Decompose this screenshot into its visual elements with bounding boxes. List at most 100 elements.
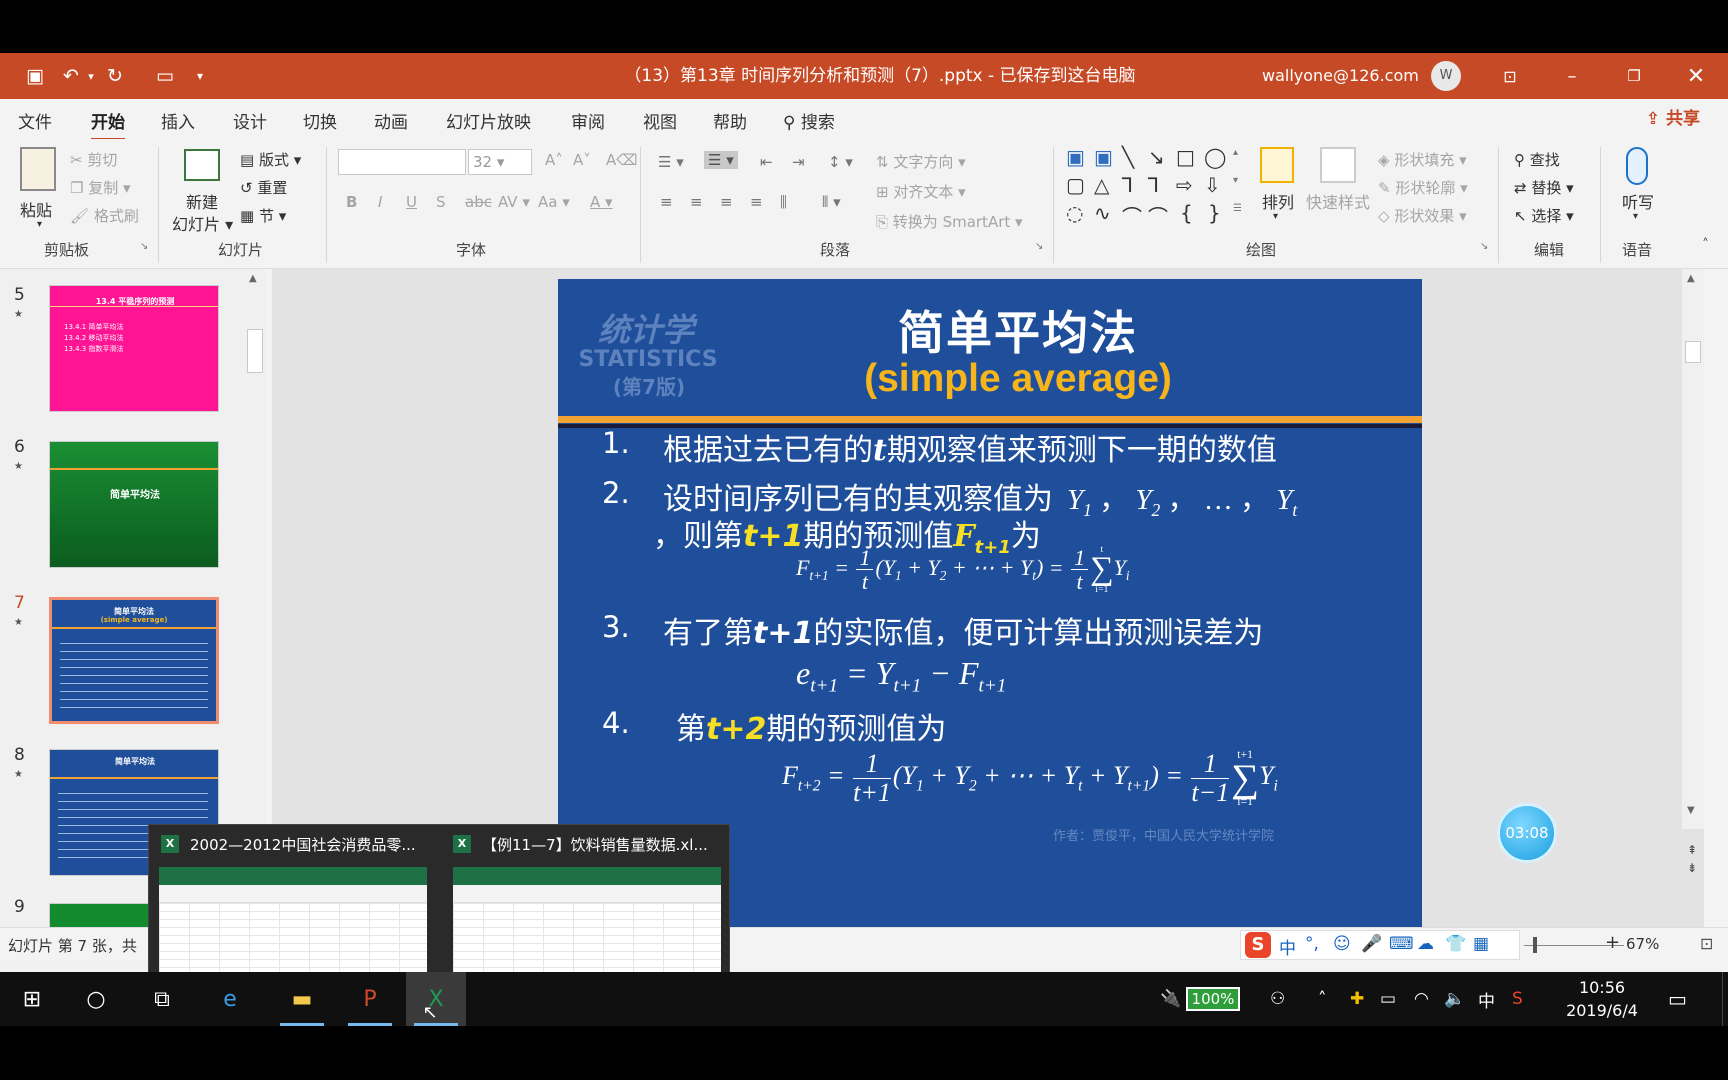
clipboard-launcher-icon[interactable]: ↘ <box>140 241 148 252</box>
arc-icon[interactable]: ⌒ <box>1148 201 1168 230</box>
tab-review[interactable]: 审阅 <box>571 108 605 133</box>
arrange-icon[interactable] <box>1260 147 1294 183</box>
increase-indent-icon[interactable]: ⇥ <box>792 153 805 171</box>
close-icon[interactable]: ✕ <box>1668 53 1724 99</box>
tab-transitions[interactable]: 切换 <box>303 108 337 133</box>
save-icon[interactable]: ▣ <box>20 61 50 91</box>
ime-toolbar[interactable]: S 中 °, ☺ 🎤 ⌨ ☁ 👕 ▦ <box>1240 930 1520 960</box>
user-icon[interactable]: ☁ <box>1417 934 1434 954</box>
cut-button[interactable]: ✂ 剪切 <box>70 149 117 170</box>
textbox-icon[interactable]: ▣ <box>1066 145 1085 169</box>
ime-language-label[interactable]: 中 <box>1279 934 1296 959</box>
zoom-in-icon[interactable]: + <box>1605 932 1620 953</box>
font-size-field[interactable]: 32 ▾ <box>468 149 532 175</box>
vertical-textbox-icon[interactable]: ▣ <box>1094 145 1113 169</box>
text-direction-button[interactable]: ⇅ 文字方向 ▾ <box>876 151 966 172</box>
ribbon-display-options-icon[interactable]: ⊡ <box>1482 53 1538 99</box>
dictate-dropdown-icon[interactable]: ▾ <box>1633 211 1638 222</box>
search-tab[interactable]: ⚲ 搜索 <box>783 108 835 133</box>
smartart-button[interactable]: ⎘ 转换为 SmartArt ▾ <box>876 211 1023 232</box>
section-button[interactable]: ▦ 节 ▾ <box>240 205 286 226</box>
zoom-level[interactable]: 67% <box>1626 935 1659 953</box>
align-center-icon[interactable]: ≡ <box>690 193 703 211</box>
scrollbar-thumb[interactable] <box>247 329 263 373</box>
justify-icon[interactable]: ≡ <box>750 193 763 211</box>
emoji-icon[interactable]: ☺ <box>1333 934 1351 954</box>
change-case-icon[interactable]: Aa ▾ <box>538 193 570 211</box>
recording-timer[interactable]: 03:08 <box>1497 803 1557 863</box>
notifications-icon[interactable]: ▭ <box>1668 972 1687 1026</box>
volume-icon[interactable]: 🔈 <box>1444 972 1465 1026</box>
arrange-dropdown-icon[interactable]: ▾ <box>1273 211 1278 222</box>
tab-slideshow[interactable]: 幻灯片放映 <box>446 108 531 133</box>
underline-icon[interactable]: U <box>406 193 417 211</box>
preview-title[interactable]: 【例11—7】饮料销售量数据.xl... <box>482 834 708 855</box>
new-slide-button-line2[interactable]: 幻灯片 ▾ <box>172 211 233 235</box>
task-view-icon[interactable]: ⧉ <box>132 972 192 1026</box>
strikethrough-icon[interactable]: abc <box>465 193 492 211</box>
oval-icon[interactable]: ◯ <box>1204 145 1226 169</box>
right-arrow-icon[interactable]: ⇨ <box>1176 173 1193 197</box>
undo-dropdown-icon[interactable]: ▾ <box>84 61 98 91</box>
rectangle-icon[interactable]: □ <box>1176 145 1195 169</box>
slide-thumbnail[interactable]: 简单平均法 <box>49 441 219 568</box>
elbow-connector-icon[interactable]: ⅂ <box>1122 173 1133 197</box>
file-explorer-icon[interactable]: ▬ <box>272 972 332 1026</box>
grow-font-icon[interactable]: A˄ <box>545 151 563 169</box>
excel-window-preview[interactable] <box>159 867 427 972</box>
wifi-icon[interactable]: ◠ <box>1414 972 1429 1026</box>
bold-icon[interactable]: B <box>346 193 357 211</box>
numbering-icon[interactable]: ☰ ▾ <box>704 151 738 169</box>
scroll-up-icon[interactable]: ▲ <box>249 273 257 284</box>
down-arrow-icon[interactable]: ⇩ <box>1204 173 1221 197</box>
device-tray-icon[interactable]: ▭ <box>1380 972 1396 1026</box>
minimize-icon[interactable]: – <box>1544 53 1600 99</box>
tab-home[interactable]: 开始 <box>91 108 125 141</box>
copy-button[interactable]: ❐ 复制 ▾ <box>70 177 131 198</box>
avatar[interactable]: W <box>1431 61 1461 91</box>
toolbox-icon[interactable]: ▦ <box>1473 934 1489 954</box>
shadow-icon[interactable]: S <box>436 193 446 211</box>
shrink-font-icon[interactable]: A˅ <box>573 151 591 169</box>
scroll-down-icon[interactable]: ▼ <box>1687 805 1695 816</box>
windows-start-icon[interactable]: ⊞ <box>2 972 62 1026</box>
present-icon[interactable]: ▭ <box>150 61 180 91</box>
tab-help[interactable]: 帮助 <box>713 108 747 133</box>
paragraph-launcher-icon[interactable]: ↘ <box>1035 241 1043 252</box>
char-spacing-icon[interactable]: AV ▾ <box>498 193 530 211</box>
gallery-down-icon[interactable]: ▾ <box>1233 175 1238 186</box>
dictate-button[interactable]: 听写 <box>1622 189 1654 213</box>
security-tray-icon[interactable]: ✚ <box>1350 972 1364 1026</box>
line-icon[interactable]: ╲ <box>1122 145 1134 169</box>
reset-button[interactable]: ↺ 重置 <box>240 177 287 198</box>
font-color-icon[interactable]: A ▾ <box>590 193 613 211</box>
show-desktop-button[interactable] <box>1722 972 1728 1026</box>
gallery-up-icon[interactable]: ▴ <box>1233 147 1238 158</box>
select-button[interactable]: ↖ 选择 ▾ <box>1514 205 1574 226</box>
share-button[interactable]: ⇪ 共享 <box>1646 104 1700 129</box>
scroll-up-icon[interactable]: ▲ <box>1687 273 1695 284</box>
shape-fill-button[interactable]: ◈ 形状填充 ▾ <box>1378 149 1467 170</box>
voice-input-icon[interactable]: 🎤 <box>1361 934 1382 954</box>
battery-indicator[interactable]: 100% <box>1186 987 1240 1011</box>
quick-styles-icon[interactable] <box>1320 147 1356 183</box>
zoom-slider-thumb[interactable] <box>1533 937 1537 953</box>
distributed-icon[interactable]: ⫼ <box>780 193 787 211</box>
power-plug-icon[interactable]: 🔌 <box>1160 972 1181 1026</box>
align-left-icon[interactable]: ≡ <box>660 193 673 211</box>
tab-insert[interactable]: 插入 <box>161 108 195 133</box>
tab-file[interactable]: 文件 <box>18 108 52 133</box>
triangle-icon[interactable]: △ <box>1094 173 1109 197</box>
clear-formatting-icon[interactable]: A⌫ <box>606 151 637 169</box>
clock[interactable]: 10:56 2019/6/4 <box>1562 976 1642 1022</box>
tab-design[interactable]: 设计 <box>233 108 267 133</box>
people-icon[interactable]: ⚇ <box>1270 972 1285 1026</box>
new-slide-icon[interactable] <box>184 149 220 181</box>
slide-scrollbar[interactable]: ▲ ▼ <box>1682 269 1704 829</box>
scribble-icon[interactable]: ∿ <box>1094 201 1111 225</box>
align-right-icon[interactable]: ≡ <box>720 193 733 211</box>
restore-icon[interactable]: ❐ <box>1606 53 1662 99</box>
arrow-line-icon[interactable]: ↘ <box>1148 145 1165 169</box>
account-email[interactable]: wallyone@126.com <box>1262 53 1419 99</box>
microphone-icon[interactable] <box>1626 147 1648 185</box>
